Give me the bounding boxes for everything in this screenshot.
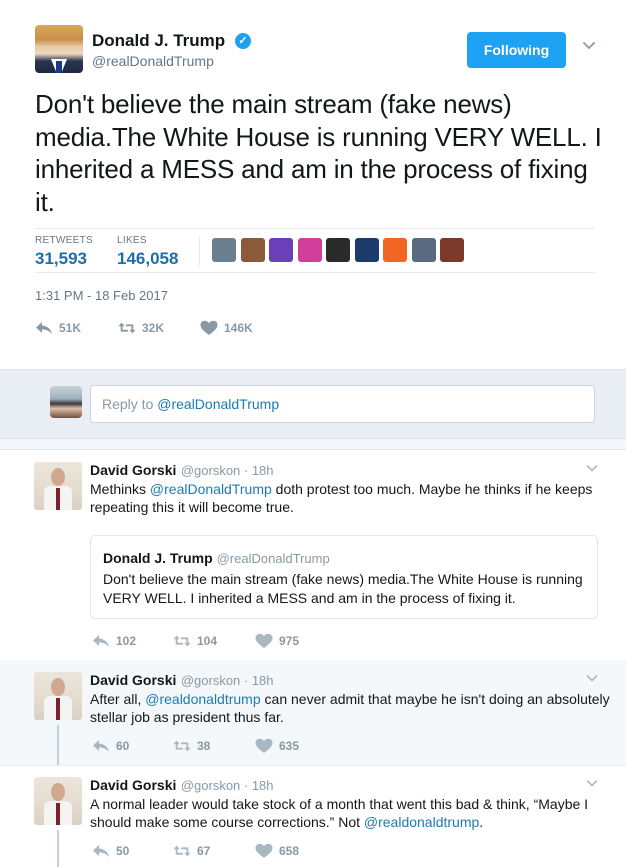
retweet-icon [173, 635, 191, 647]
likes-stat[interactable]: LIKES 146,058 [117, 235, 178, 269]
retweet-action[interactable]: 38 [173, 738, 210, 754]
divider [35, 228, 595, 229]
chevron-down-icon[interactable] [586, 777, 598, 789]
reply-icon [93, 845, 109, 857]
retweet-icon [118, 322, 136, 334]
like-count: 635 [279, 739, 300, 753]
likes-label: LIKES [117, 235, 147, 246]
retweet-icon [173, 740, 191, 752]
reply-placeholder-prefix: Reply to [102, 396, 158, 412]
retweet-count: 32K [142, 321, 165, 335]
retweets-label: RETWEETS [35, 235, 93, 246]
reply-action[interactable]: 50 [92, 843, 129, 859]
reply-author-handle[interactable]: @gorskon · 18h [181, 463, 274, 478]
reply-author-name[interactable]: David Gorski [90, 462, 176, 478]
chevron-down-icon[interactable] [582, 38, 596, 52]
thread-line [57, 725, 59, 765]
reply-author-name[interactable]: David Gorski [90, 777, 176, 793]
heart-icon [200, 320, 218, 335]
retweet-action[interactable]: 67 [173, 843, 210, 859]
retweets-count: 31,593 [35, 249, 87, 268]
verified-badge-icon: ✓ [235, 33, 251, 49]
reply-count: 60 [116, 739, 130, 753]
retweet-count: 104 [197, 634, 218, 648]
retweet-action[interactable]: 104 [173, 633, 217, 649]
author-name[interactable]: Donald J. Trump [92, 31, 225, 51]
like-count: 975 [279, 634, 300, 648]
reply-action[interactable]: 102 [92, 633, 136, 649]
reply-action[interactable]: 51K [35, 320, 81, 336]
reply-text: Methinks @realDonaldTrump doth protest t… [90, 481, 593, 515]
retweet-icon [173, 845, 191, 857]
reply-avatar[interactable] [34, 462, 82, 510]
liker-avatar[interactable] [383, 238, 407, 262]
liker-avatar[interactable] [212, 238, 236, 262]
divider [199, 236, 200, 266]
retweets-stat[interactable]: RETWEETS 31,593 [35, 235, 93, 269]
quoted-author-name: Donald J. Trump [103, 550, 213, 566]
reply-count: 102 [116, 634, 137, 648]
likes-count: 146,058 [117, 249, 179, 268]
like-count: 658 [279, 844, 300, 858]
liker-avatar[interactable] [354, 238, 379, 262]
reply-author-name[interactable]: David Gorski [90, 672, 176, 688]
divider [0, 439, 626, 450]
like-action[interactable]: 658 [255, 843, 299, 859]
like-count: 146K [224, 321, 253, 335]
reply-avatar[interactable] [34, 777, 82, 825]
quoted-tweet-text: Don't believe the main stream (fake news… [103, 571, 583, 606]
retweet-action[interactable]: 32K [118, 320, 164, 336]
reply-text: After all, @realdonaldtrump can never ad… [90, 691, 610, 725]
reply-placeholder-mention: @realDonaldTrump [157, 396, 280, 412]
heart-icon [255, 843, 273, 858]
divider [35, 272, 595, 273]
thread-line [57, 830, 59, 867]
heart-icon [255, 738, 273, 753]
mention-link[interactable]: @realDonaldTrump [150, 481, 272, 497]
reply-author-handle[interactable]: @gorskon · 18h [181, 673, 274, 688]
liker-avatar[interactable] [240, 238, 265, 262]
chevron-down-icon[interactable] [586, 672, 598, 684]
mention-link[interactable]: @realdonaldtrump [145, 691, 260, 707]
like-action[interactable]: 635 [255, 738, 299, 754]
author-handle[interactable]: @realDonaldTrump [92, 53, 214, 69]
retweet-count: 67 [197, 844, 211, 858]
like-action[interactable]: 975 [255, 633, 299, 649]
quoted-author-handle: @realDonaldTrump [216, 551, 330, 566]
chevron-down-icon[interactable] [586, 462, 598, 474]
mention-link[interactable]: @realdonaldtrump [364, 814, 479, 830]
reply-count: 51K [59, 321, 82, 335]
liker-avatar[interactable] [326, 238, 350, 262]
tweet-text: Don't believe the main stream (fake news… [35, 89, 602, 217]
reply-icon [93, 740, 109, 752]
heart-icon [255, 633, 273, 648]
reply-icon [36, 322, 52, 334]
liker-avatar[interactable] [440, 238, 464, 262]
retweet-count: 38 [197, 739, 211, 753]
liker-avatar[interactable] [411, 238, 436, 262]
author-avatar[interactable] [35, 25, 83, 73]
current-user-avatar [50, 386, 82, 418]
like-action[interactable]: 146K [200, 320, 253, 336]
reply-avatar[interactable] [34, 672, 82, 720]
liker-avatar[interactable] [269, 238, 293, 262]
following-button[interactable]: Following [467, 32, 566, 68]
liker-avatar[interactable] [297, 238, 322, 262]
reply-author-handle[interactable]: @gorskon · 18h [181, 778, 274, 793]
reply-icon [93, 635, 109, 647]
tweet-timestamp[interactable]: 1:31 PM - 18 Feb 2017 [35, 288, 168, 303]
quoted-tweet[interactable]: Donald J. Trump @realDonaldTrump Don't b… [90, 535, 598, 619]
reply-action[interactable]: 60 [92, 738, 129, 754]
reply-text: A normal leader would take stock of a mo… [90, 796, 589, 830]
reply-count: 50 [116, 844, 130, 858]
reply-input[interactable]: Reply to @realDonaldTrump [90, 385, 595, 423]
